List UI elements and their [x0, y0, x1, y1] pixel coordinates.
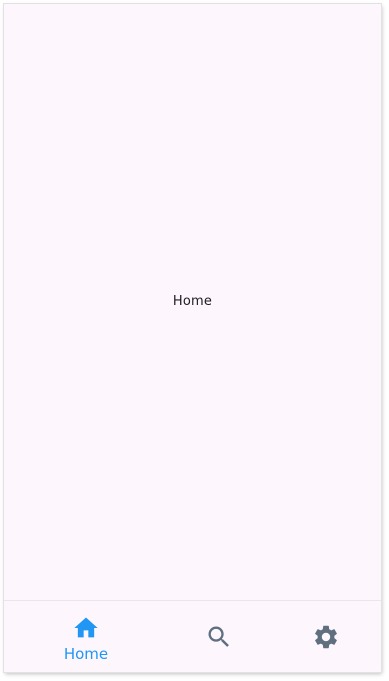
app-screen: Home Home — [4, 4, 381, 672]
nav-item-search[interactable] — [187, 601, 251, 672]
nav-item-home-label: Home — [63, 645, 109, 663]
home-page: Home — [4, 4, 381, 600]
home-icon — [74, 617, 98, 638]
nav-item-settings[interactable] — [294, 601, 358, 672]
nav-item-home[interactable]: Home — [50, 601, 122, 672]
page-title: Home — [172, 294, 213, 309]
gear-icon — [315, 625, 337, 649]
search-icon — [208, 626, 229, 647]
bottom-navigation-bar: Home — [4, 600, 381, 672]
